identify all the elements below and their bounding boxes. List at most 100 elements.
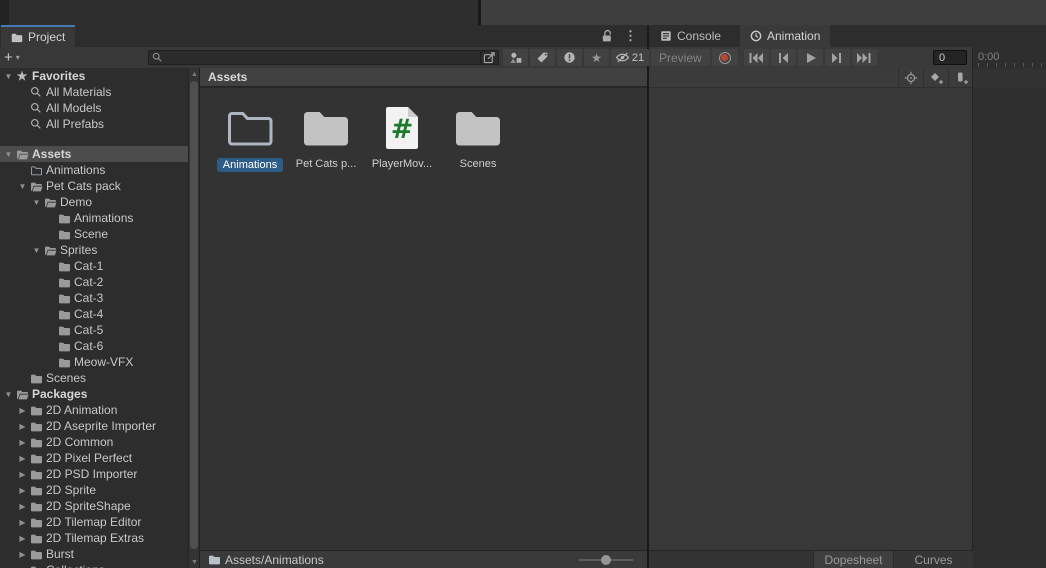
- hidden-count-button[interactable]: 21: [611, 49, 651, 66]
- expander-right-icon[interactable]: ▶: [16, 534, 29, 543]
- tree-item-cat-3[interactable]: Cat-3: [0, 290, 188, 306]
- tree-item-2d-aseprite-importer[interactable]: ▶2D Aseprite Importer: [0, 418, 188, 434]
- tree-item-label: Burst: [46, 547, 74, 561]
- tree-item-demo[interactable]: ▼ Demo: [0, 194, 188, 210]
- unlocked-padlock-icon[interactable]: [600, 29, 614, 43]
- curves-button[interactable]: Curves: [893, 551, 973, 568]
- tree-item-packages[interactable]: ▼Packages: [0, 386, 188, 402]
- tree-item-cat-2[interactable]: Cat-2: [0, 274, 188, 290]
- create-asset-button[interactable]: + ▾: [4, 48, 20, 67]
- go-to-end-button[interactable]: [852, 49, 877, 66]
- expander-right-icon[interactable]: ▶: [16, 550, 29, 559]
- thumbnail-zoom-slider[interactable]: [579, 559, 633, 561]
- assets-breadcrumb-header: Assets: [200, 68, 647, 87]
- tree-item-cat-4[interactable]: Cat-4: [0, 306, 188, 322]
- expander-down-icon[interactable]: ▼: [30, 246, 43, 255]
- transport-controls: [744, 49, 879, 66]
- next-frame-icon: [830, 52, 844, 64]
- tree-item-animations[interactable]: Animations: [0, 210, 188, 226]
- dopesheet-button[interactable]: Dopesheet: [813, 551, 893, 568]
- timeline-ruler[interactable]: 0:00: [973, 47, 1046, 68]
- expander-down-icon[interactable]: ▼: [2, 390, 15, 399]
- tree-item-all-models[interactable]: All Models: [0, 100, 188, 116]
- tab-console[interactable]: Console: [650, 25, 731, 47]
- tree-item-2d-spriteshape[interactable]: ▶2D SpriteShape: [0, 498, 188, 514]
- slider-thumb[interactable]: [601, 555, 611, 565]
- tree-item-collections[interactable]: ▶Collections: [0, 562, 188, 568]
- tab-animation-label: Animation: [767, 29, 820, 43]
- tree-item-sprites[interactable]: ▼Sprites: [0, 242, 188, 258]
- expander-right-icon[interactable]: ▶: [16, 518, 29, 527]
- expander-down-icon[interactable]: ▼: [2, 150, 15, 159]
- current-frame-field[interactable]: [933, 50, 967, 65]
- search-icon: [29, 117, 43, 131]
- tree-item-2d-pixel-perfect[interactable]: ▶2D Pixel Perfect: [0, 450, 188, 466]
- animation-properties-area[interactable]: [649, 88, 973, 550]
- tree-item-favorites[interactable]: ▼★Favorites: [0, 68, 188, 84]
- tree-item-cat-1[interactable]: Cat-1: [0, 258, 188, 274]
- tree-item-cat-6[interactable]: Cat-6: [0, 338, 188, 354]
- tree-item-scenes[interactable]: Scenes: [0, 370, 188, 386]
- tree-item-2d-common[interactable]: ▶2D Common: [0, 434, 188, 450]
- asset-item-scenes[interactable]: Scenes: [446, 102, 510, 170]
- expander-down-icon[interactable]: ▼: [30, 198, 43, 207]
- tree-item-assets[interactable]: ▼Assets: [0, 146, 188, 162]
- tab-animation[interactable]: Animation: [740, 25, 830, 47]
- record-button[interactable]: [712, 49, 738, 66]
- expander-right-icon[interactable]: ▶: [16, 438, 29, 447]
- scrollbar-thumb[interactable]: [190, 81, 198, 549]
- tree-scrollbar[interactable]: ▲ ▼: [188, 68, 199, 568]
- tree-item-animations[interactable]: Animations: [0, 162, 188, 178]
- tree-item-label: Animations: [74, 211, 133, 225]
- tab-project[interactable]: Project: [1, 25, 75, 47]
- tree-item-all-prefabs[interactable]: All Prefabs: [0, 116, 188, 132]
- expander-right-icon[interactable]: ▶: [16, 502, 29, 511]
- add-keyframe-button[interactable]: [923, 68, 948, 87]
- search-popout-icon[interactable]: [480, 51, 498, 64]
- expander-down-icon[interactable]: ▼: [16, 182, 29, 191]
- tree-item-scene[interactable]: Scene: [0, 226, 188, 242]
- tree-item-meow-vfx[interactable]: Meow-VFX: [0, 354, 188, 370]
- folder-outline-icon: [29, 163, 43, 177]
- next-frame-button[interactable]: [825, 49, 850, 66]
- previous-frame-button[interactable]: [771, 49, 796, 66]
- panel-menu-icon[interactable]: ⋮: [624, 28, 637, 44]
- expander-down-icon[interactable]: ▼: [2, 72, 15, 81]
- tree-item-pet-cats-pack[interactable]: ▼ Pet Cats pack: [0, 178, 188, 194]
- frame-curves-button[interactable]: [898, 68, 923, 87]
- folder-open-icon: [15, 387, 29, 401]
- search-by-label-button[interactable]: [530, 49, 555, 66]
- tree-item-2d-sprite[interactable]: ▶2D Sprite: [0, 482, 188, 498]
- search-input[interactable]: [163, 51, 480, 64]
- tree-item-all-materials[interactable]: All Materials: [0, 84, 188, 100]
- expander-right-icon[interactable]: ▶: [16, 406, 29, 415]
- search-importance-button[interactable]: [557, 49, 582, 66]
- search-by-type-button[interactable]: [503, 49, 528, 66]
- add-event-button[interactable]: [948, 68, 973, 87]
- search-favorites-button[interactable]: ★: [584, 49, 609, 66]
- tree-item-2d-psd-importer[interactable]: ▶ 2D PSD Importer: [0, 466, 188, 482]
- asset-item-playermov[interactable]: #PlayerMov...: [370, 102, 434, 170]
- asset-item-pet-cats-p[interactable]: Pet Cats p...: [294, 102, 358, 170]
- expander-right-icon[interactable]: ▶: [16, 422, 29, 431]
- tree-item-label: Animations: [46, 163, 105, 177]
- expander-right-icon[interactable]: ▶: [16, 454, 29, 463]
- tree-item-cat-5[interactable]: Cat-5: [0, 322, 188, 338]
- timeline-keyframe-area[interactable]: [973, 88, 1046, 550]
- tree-item-2d-tilemap-editor[interactable]: ▶2D Tilemap Editor: [0, 514, 188, 530]
- tree-item-label: Demo: [60, 195, 92, 209]
- tree-item-label: Pet Cats pack: [46, 179, 121, 193]
- timeline-divider[interactable]: [972, 47, 973, 568]
- tree-item-2d-animation[interactable]: ▶2D Animation: [0, 402, 188, 418]
- expander-right-icon[interactable]: ▶: [16, 470, 29, 479]
- project-folder-tree: ▼★FavoritesAll MaterialsAll ModelsAll Pr…: [0, 68, 188, 568]
- expander-right-icon[interactable]: ▶: [16, 486, 29, 495]
- tree-item-label: 2D PSD Importer: [46, 467, 137, 481]
- folder-icon: [57, 291, 71, 305]
- go-to-beginning-button[interactable]: [744, 49, 769, 66]
- tree-item-2d-tilemap-extras[interactable]: ▶2D Tilemap Extras: [0, 530, 188, 546]
- play-button[interactable]: [798, 49, 823, 66]
- asset-item-animations[interactable]: Animations: [218, 102, 282, 172]
- tree-item-burst[interactable]: ▶ Burst: [0, 546, 188, 562]
- preview-button[interactable]: Preview: [651, 49, 710, 66]
